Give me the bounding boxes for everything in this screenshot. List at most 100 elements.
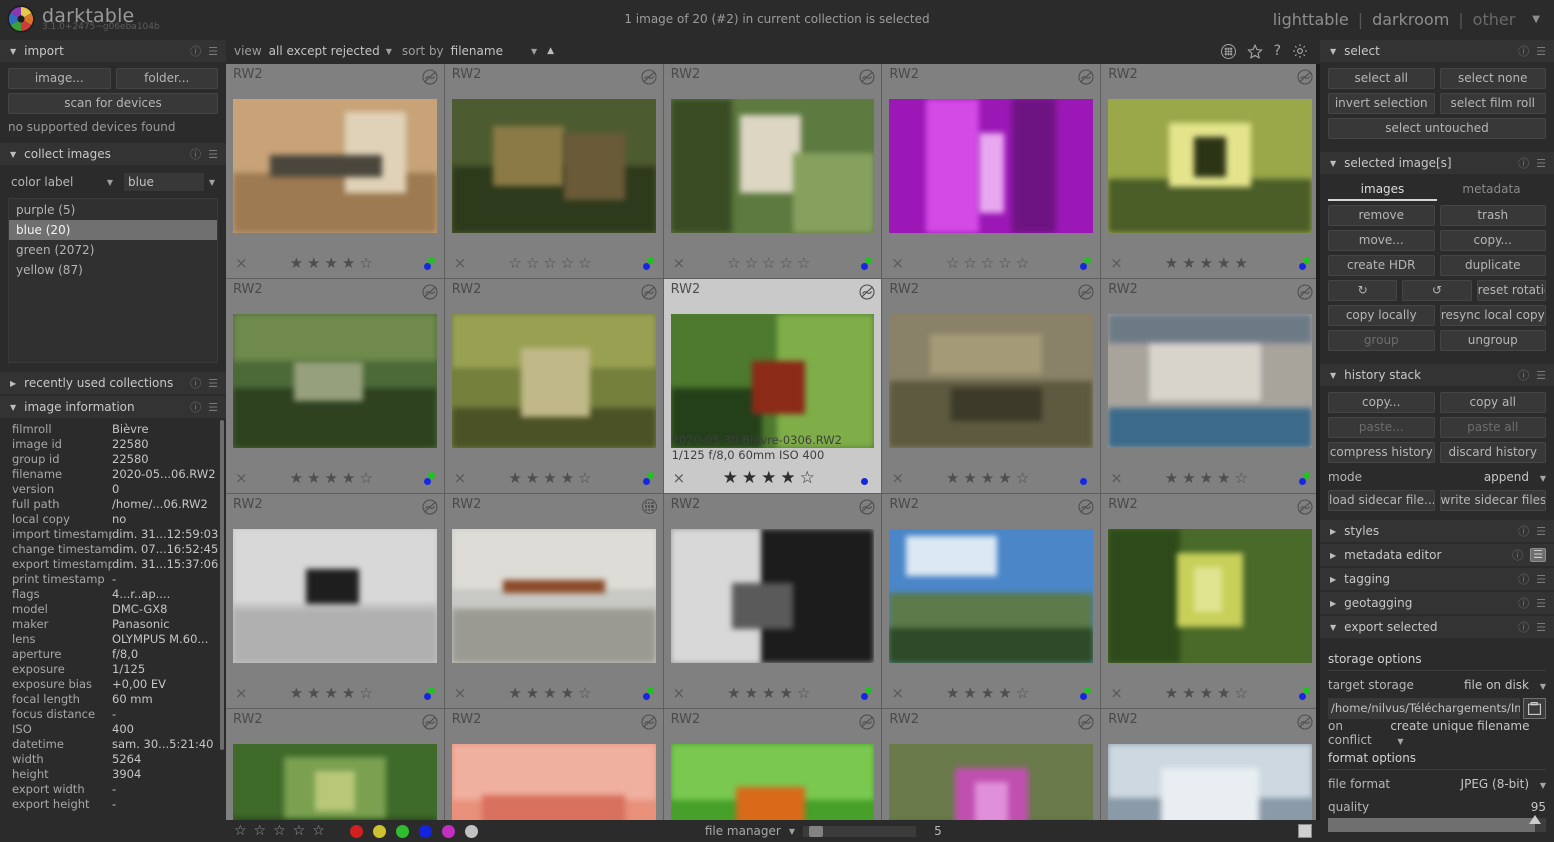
load-sidecar-file-button[interactable]: load sidecar file... (1328, 490, 1435, 511)
gear-icon[interactable] (1292, 43, 1308, 59)
import-folder-button[interactable]: folder... (116, 68, 219, 89)
list-item[interactable]: green (2072) (9, 240, 217, 260)
group-icon[interactable] (859, 284, 875, 300)
info-icon[interactable]: ⓘ (1518, 595, 1529, 611)
module-header-image-information[interactable]: ▼ image information ⓘ ☰ (0, 396, 226, 418)
rating-filter-stars[interactable]: ☆☆☆☆☆ (234, 823, 332, 839)
thumbnail-cell[interactable]: RW2×★★★★★ (1101, 64, 1320, 279)
hamburger-icon[interactable]: ☰ (1536, 597, 1546, 610)
thumbnail-grid[interactable]: RW2×★★★★☆RW2×☆☆☆☆☆RW2×☆☆☆☆☆RW2×☆☆☆☆☆RW2×… (226, 64, 1320, 820)
group-icon[interactable] (859, 69, 875, 85)
export-path-input[interactable]: /home/nilvus/Téléchargements/Im (1328, 698, 1520, 719)
group-icon[interactable] (1078, 499, 1094, 515)
module-header-select[interactable]: ▼ select ⓘ ☰ (1320, 40, 1554, 62)
reject-icon[interactable]: × (891, 471, 904, 486)
thumbnail-image[interactable] (452, 301, 656, 461)
reject-icon[interactable]: × (1110, 471, 1123, 486)
hamburger-icon[interactable]: ☰ (1536, 157, 1546, 170)
info-icon[interactable]: ⓘ (190, 399, 201, 415)
grid-icon[interactable] (642, 499, 657, 514)
tab-images[interactable]: images (1328, 182, 1437, 201)
thumbnail-image[interactable] (889, 731, 1093, 820)
thumbnail-rating-stars[interactable]: ★★★★☆ (685, 684, 856, 702)
module-header-geotagging[interactable]: ▶ geotagging ⓘ ☰ (1320, 592, 1554, 614)
chevron-down-icon[interactable]: ▼ (386, 47, 392, 56)
group-icon[interactable] (641, 714, 657, 730)
thumbnail-cell[interactable]: RW2×☆☆☆☆☆ (882, 709, 1101, 820)
collect-property-dropdown[interactable]: color label ▼ (8, 172, 116, 192)
thumbnail-rating-stars[interactable]: ★★★★☆ (1123, 684, 1294, 702)
thumbnail-cell[interactable]: RW2×☆☆☆☆☆ (445, 64, 664, 279)
thumbnail-rating-stars[interactable]: ★★★★☆ (248, 684, 419, 702)
quality-slider[interactable] (1328, 818, 1546, 832)
thumbnail-rating-stars[interactable]: ★★★★☆ (248, 254, 419, 272)
thumbnail-image[interactable] (452, 731, 656, 820)
thumbnail-image[interactable] (1108, 731, 1312, 820)
thumbnail-cell[interactable]: RW2×★★★★☆ (226, 64, 445, 279)
thumbnail-image[interactable] (233, 86, 437, 246)
trash-button[interactable]: trash (1440, 205, 1547, 226)
hamburger-icon[interactable]: ☰ (1536, 45, 1546, 58)
module-header-metadata-editor[interactable]: ▶ metadata editor ⓘ ☰ (1320, 544, 1554, 566)
hamburger-icon[interactable]: ☰ (208, 45, 218, 58)
thumbnail-image[interactable] (233, 516, 437, 676)
thumbnail-image[interactable] (452, 516, 656, 676)
group-icon[interactable] (422, 284, 438, 300)
color-label-blue[interactable] (419, 825, 432, 838)
thumbnail-image[interactable] (233, 301, 437, 461)
reject-icon[interactable]: × (454, 686, 467, 701)
image-info-scrollbar-thumb[interactable] (220, 420, 224, 750)
thumbnail-image[interactable] (889, 86, 1093, 246)
chevron-down-icon[interactable]: ▼ (531, 47, 537, 56)
reject-icon[interactable]: × (1110, 256, 1123, 271)
history-copy-all-button[interactable]: copy all (1440, 392, 1547, 413)
color-label-yellow[interactable] (373, 825, 386, 838)
folder-picker-icon[interactable] (1523, 698, 1546, 719)
chevron-down-icon[interactable]: ▼ (789, 827, 795, 836)
thumbnail-cell[interactable]: RW22020-05-30-Bièvre-0306.RW21/125 f/8,0… (664, 279, 883, 494)
group-icon[interactable] (1297, 69, 1313, 85)
select-all-button[interactable]: select all (1328, 68, 1435, 89)
thumbnail-cell[interactable]: RW2×★★★★☆ (226, 279, 445, 494)
thumbnail-image[interactable] (233, 731, 437, 820)
thumbnail-cell[interactable]: RW2×☆☆☆☆☆ (882, 64, 1101, 279)
collect-value-input[interactable]: blue (124, 173, 204, 191)
thumbnail-cell[interactable]: RW2×☆☆☆☆☆ (664, 64, 883, 279)
info-icon[interactable]: ⓘ (1518, 367, 1529, 383)
thumbnail-rating-stars[interactable]: ★★★★☆ (466, 469, 637, 487)
group-icon[interactable] (1078, 714, 1094, 730)
group-icon[interactable] (1078, 69, 1094, 85)
file-format-row[interactable]: file format JPEG (8-bit) ▼ (1328, 774, 1546, 794)
thumbnail-rating-stars[interactable]: ★★★★☆ (685, 468, 856, 488)
group-icon[interactable] (1297, 499, 1313, 515)
info-icon[interactable]: ⓘ (1518, 619, 1529, 635)
reject-icon[interactable]: × (891, 686, 904, 701)
discard-history-button[interactable]: discard history (1440, 442, 1547, 463)
thumbnail-image[interactable] (1108, 86, 1312, 246)
view-filter-value[interactable]: all except rejected (269, 44, 380, 58)
thumbnail-cell[interactable]: RW2×★★★★☆ (445, 494, 664, 709)
write-sidecar-files-button[interactable]: write sidecar files (1440, 490, 1547, 511)
collect-value-dropdown[interactable]: blue ▼ (121, 172, 218, 192)
hamburger-icon[interactable]: ☰ (1536, 621, 1546, 634)
thumbnail-cell[interactable]: RW2×☆☆☆☆☆ (664, 709, 883, 820)
thumbnail-cell[interactable]: RW2×★★★★☆ (882, 279, 1101, 494)
thumbnail-cell[interactable]: RW2×★★★★☆ (882, 494, 1101, 709)
color-label-filter[interactable] (350, 825, 478, 838)
thumbnail-image[interactable] (1108, 516, 1312, 676)
view-lighttable[interactable]: lighttable (1273, 10, 1349, 29)
thumbnail-rating-stars[interactable]: ★★★★☆ (248, 469, 419, 487)
thumbnail-cell[interactable]: RW2×☆☆☆☆☆ (226, 709, 445, 820)
info-icon[interactable]: ⓘ (190, 43, 201, 59)
thumbnail-rating-stars[interactable]: ★★★★☆ (904, 684, 1075, 702)
reject-icon[interactable]: × (1110, 686, 1123, 701)
group-icon[interactable] (641, 284, 657, 300)
thumbnail-cell[interactable]: RW2×★★★★☆ (1101, 279, 1320, 494)
image-info-scrollbar-track[interactable] (221, 418, 225, 774)
create-hdr-button[interactable]: create HDR (1328, 255, 1435, 276)
history-paste-button[interactable]: paste... (1328, 417, 1435, 438)
thumbnail-cell[interactable]: RW2×★★★★☆ (226, 494, 445, 709)
quality-row[interactable]: quality 95 (1328, 797, 1546, 817)
thumbnail-image[interactable] (889, 516, 1093, 676)
list-item[interactable]: blue (20) (9, 220, 217, 240)
